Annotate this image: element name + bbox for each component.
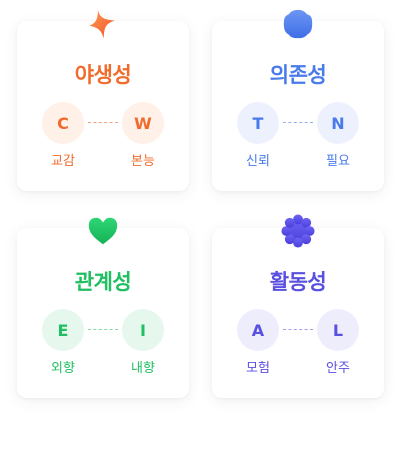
dashed-connector (88, 329, 118, 330)
trait-letter-left: E (42, 309, 84, 351)
card-title: 의존성 (269, 63, 327, 87)
scallop-flower-icon (281, 214, 315, 248)
trait-label-left: 교감 (51, 154, 75, 169)
trait-card-dependency: 의존성 T N 신뢰 필요 (212, 9, 384, 191)
card-title: 관계성 (74, 270, 132, 294)
trait-letter-right: I (122, 309, 164, 351)
dashed-connector (283, 122, 313, 123)
trait-card-relationship: 관계성 E I 외향 내향 (17, 217, 189, 398)
trait-pair: C W (42, 102, 164, 144)
trait-letter-right: N (317, 102, 359, 144)
trait-pair: E I (42, 309, 164, 351)
blob-icon (281, 7, 315, 41)
trait-letter-left: T (237, 102, 279, 144)
trait-label-left: 신뢰 (246, 154, 270, 169)
sparkle-icon (86, 7, 120, 41)
trait-label-right: 본능 (131, 154, 155, 169)
trait-label-right: 내향 (131, 361, 155, 376)
heart-icon (86, 214, 120, 248)
dashed-connector (283, 329, 313, 330)
trait-label-left: 모험 (246, 361, 270, 376)
trait-label-right: 안주 (326, 361, 350, 376)
trait-label-left: 외향 (51, 361, 75, 376)
dashed-connector (88, 122, 118, 123)
trait-card-wildness: 야생성 C W 교감 본능 (17, 9, 189, 191)
trait-label-right: 필요 (326, 154, 350, 169)
trait-letter-right: L (317, 309, 359, 351)
trait-letter-left: A (237, 309, 279, 351)
trait-card-activity: 활동성 A L 모험 안주 (212, 214, 384, 398)
trait-letter-left: C (42, 102, 84, 144)
card-title: 야생성 (74, 63, 132, 87)
trait-pair: A L (237, 309, 359, 351)
trait-letter-right: W (122, 102, 164, 144)
card-title: 활동성 (269, 270, 327, 294)
trait-pair: T N (237, 102, 359, 144)
